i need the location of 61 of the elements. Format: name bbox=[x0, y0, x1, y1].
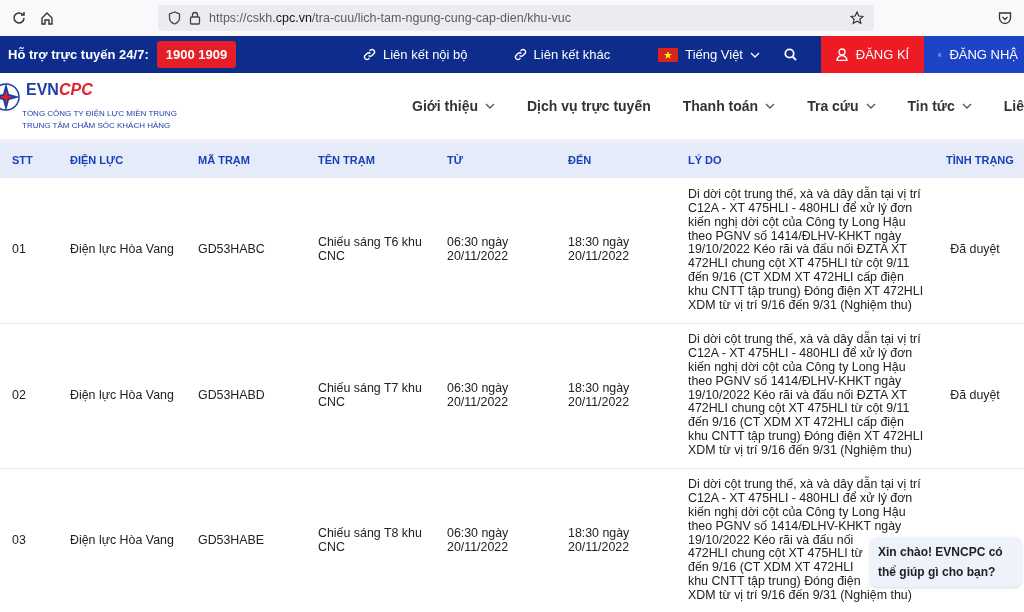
column-header: ĐIỆN LỰC bbox=[58, 143, 186, 178]
table-cell: 06:30 ngày 20/11/2022 bbox=[435, 323, 556, 468]
center-name: TRUNG TÂM CHĂM SÓC KHÁCH HÀNG bbox=[22, 120, 172, 132]
lock-icon[interactable] bbox=[189, 11, 201, 25]
shield-icon[interactable] bbox=[168, 11, 181, 25]
table-cell: Điện lực Hòa Vang bbox=[58, 178, 186, 323]
table-cell: Di dời cột trung thế, xà và dây dẫn tại vị trí C12A - XT 475HLI - 480HLI để xử lý đơn kiến nghị dời cột của Công ty Long Hậu theo PGNV số 1414/ĐLHV-KHKT ngày 19/10/2022 Kéo rãi và đấu nối ĐZTA XT 472HLI chung cột XT 475HLI từ cột 9/11 đến 9/16 (CT XDM XT 472HLI cấp điện khu CNTT tập trung) Đóng điện XT 472HLI XDM từ vị trí 9/16 đến 9/31 (Nghiệm thu) bbox=[676, 323, 938, 468]
table-cell: Chiếu sáng T8 khu CNC bbox=[306, 468, 435, 612]
column-header: TỪ bbox=[435, 143, 556, 178]
chat-bubble[interactable]: Xin chào! EVNCPC có thể giúp gì cho bạn? bbox=[870, 537, 1022, 587]
brand-name: EVNCPC bbox=[26, 80, 93, 100]
table-cell: GD53HABC bbox=[186, 178, 306, 323]
hotline-badge[interactable]: 1900 1909 bbox=[156, 40, 237, 69]
star-icon[interactable] bbox=[850, 11, 864, 26]
table-cell: 02 bbox=[0, 323, 58, 468]
nav-item[interactable]: Giới thiệu bbox=[412, 95, 495, 117]
nav-item[interactable]: Dịch vụ trực tuyến bbox=[527, 95, 651, 117]
table-cell: 06:30 ngày 20/11/2022 bbox=[435, 468, 556, 612]
column-header: TÌNH TRẠNG bbox=[938, 143, 1024, 178]
register-button[interactable]: ĐĂNG KÍ bbox=[821, 36, 924, 73]
link[interactable]: Liên kết khác bbox=[513, 44, 611, 65]
search-icon[interactable] bbox=[784, 48, 797, 61]
nav-item[interactable]: Thanh toán bbox=[682, 95, 776, 117]
nav-item[interactable]: Tra cứu bbox=[807, 95, 876, 117]
table-cell: Đã duyệt bbox=[938, 323, 1024, 468]
table-cell: Điện lực Hòa Vang bbox=[58, 468, 186, 612]
logo-icon bbox=[0, 80, 22, 114]
table-cell: GD53HABD bbox=[186, 323, 306, 468]
table-cell: 18:30 ngày 20/11/2022 bbox=[556, 323, 676, 468]
link-icon bbox=[513, 48, 527, 61]
company-name: TỔNG CÔNG TY ĐIỆN LỰC MIỀN TRUNG bbox=[22, 108, 178, 120]
nav-item[interactable]: Tin tức bbox=[907, 95, 972, 117]
table-cell: 18:30 ngày 20/11/2022 bbox=[556, 468, 676, 612]
table-cell: 01 bbox=[0, 178, 58, 323]
flag-icon bbox=[658, 47, 679, 62]
link[interactable]: Liên kết nội bộ bbox=[363, 44, 468, 65]
table-cell: GD53HABE bbox=[186, 468, 306, 612]
table-cell: Chiếu sáng T6 khu CNC bbox=[306, 178, 435, 323]
table-cell: Di dời cột trung thế, xà và dây dẫn tại vị trí C12A - XT 475HLI - 480HLI để xử lý đơn kiến nghị dời cột của Công ty Long Hậu theo PGNV số 1414/ĐLHV-KHKT ngày 19/10/2022 Kéo rãi và đấu nối ĐZTA XT 472HLI chung cột XT 475HLI từ cột 9/11 đến 9/16 (CT XDM XT 472HLI cấp điện khu CNTT tập trung) Đóng điện XT 472HLI XDM từ vị trí 9/16 đến 9/31 (Nghiệm thu) bbox=[676, 178, 938, 323]
chevron-down-icon bbox=[750, 51, 760, 58]
reload-icon[interactable] bbox=[12, 11, 26, 25]
table-cell: Chiếu sáng T7 khu CNC bbox=[306, 323, 435, 468]
table-cell: 18:30 ngày 20/11/2022 bbox=[556, 178, 676, 323]
language-selector[interactable]: Tiếng Việt bbox=[658, 44, 760, 65]
url-text: https://cskh.cpc.vn/tra-cuu/lich-tam-ngung-cung-cap-dien/khu-vuc bbox=[209, 9, 571, 27]
login-button[interactable]: ĐĂNG NHẬ bbox=[924, 36, 1024, 73]
column-header: ĐẾN bbox=[556, 143, 676, 178]
table-cell: 06:30 ngày 20/11/2022 bbox=[435, 178, 556, 323]
nav-item[interactable]: Liê bbox=[1003, 95, 1024, 117]
pocket-icon[interactable] bbox=[998, 11, 1012, 25]
support-label: Hỗ trợ trực tuyến 24/7: bbox=[8, 45, 149, 64]
table-cell: 03 bbox=[0, 468, 58, 612]
address-bar[interactable]: https://cskh.cpc.vn/tra-cuu/lich-tam-ngung-cung-cap-dien/khu-vuc bbox=[158, 5, 874, 31]
link-icon bbox=[363, 48, 376, 61]
home-icon[interactable] bbox=[40, 11, 54, 25]
column-header: TÊN TRẠM bbox=[306, 143, 435, 178]
table-cell: Điện lực Hòa Vang bbox=[58, 323, 186, 468]
column-header: STT bbox=[0, 143, 58, 178]
table-cell: Đã duyệt bbox=[938, 178, 1024, 323]
column-header: MÃ TRẠM bbox=[186, 143, 306, 178]
column-header: LÝ DO bbox=[676, 143, 938, 178]
